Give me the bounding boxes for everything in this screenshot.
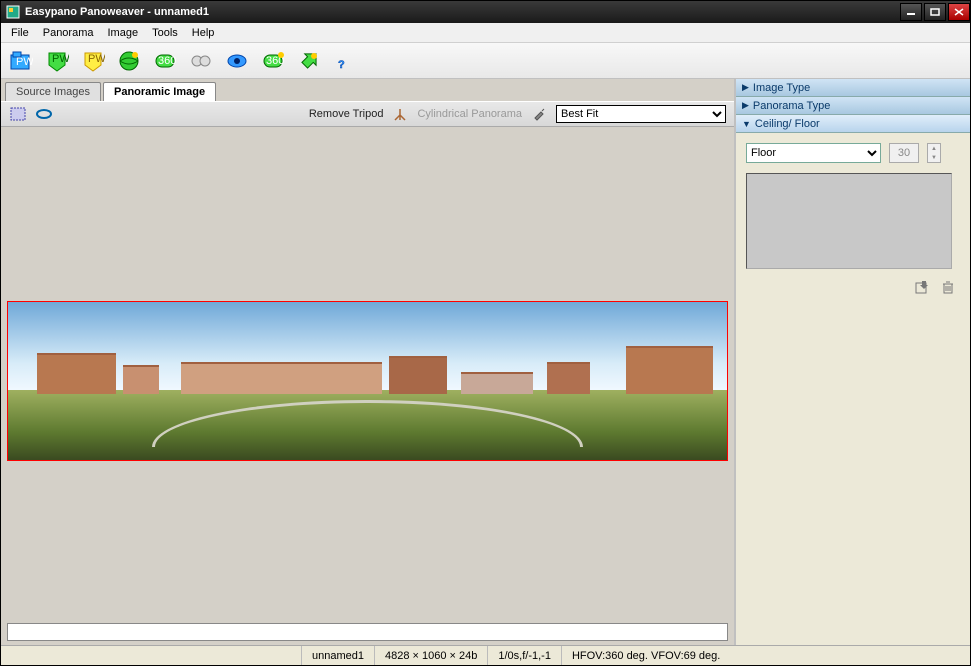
help-button[interactable]: ?: [331, 47, 359, 75]
stitch-button[interactable]: [115, 47, 143, 75]
open-button[interactable]: PW: [7, 47, 35, 75]
status-exif: 1/0s,f/-1,-1: [487, 646, 561, 665]
floor-select[interactable]: Floor: [746, 143, 881, 163]
close-button[interactable]: [948, 3, 970, 21]
ceiling-floor-preview: [746, 173, 952, 269]
settings-icon[interactable]: [530, 105, 548, 123]
main-split: Source Images Panoramic Image Remove Tri…: [1, 79, 970, 645]
link-button[interactable]: [187, 47, 215, 75]
cylindrical-panorama-label: Cylindrical Panorama: [417, 108, 522, 120]
status-bar: unnamed1 4828 × 1060 × 24b 1/0s,f/-1,-1 …: [1, 645, 970, 665]
ceiling-floor-body: Floor ▲▼: [736, 133, 970, 305]
menu-bar: File Panorama Image Tools Help: [1, 23, 970, 43]
menu-file[interactable]: File: [5, 25, 35, 41]
panorama-preview[interactable]: [7, 301, 728, 461]
angle-spinner[interactable]: ▲▼: [927, 143, 941, 163]
menu-tools[interactable]: Tools: [146, 25, 184, 41]
status-fov: HFOV:360 deg. VFOV:69 deg.: [561, 646, 730, 665]
main-toolbar: PW PW PW 360 360 ?: [1, 43, 970, 79]
remove-tripod-icon[interactable]: [391, 105, 409, 123]
svg-text:360: 360: [158, 55, 176, 67]
window-title: Easypano Panoweaver - unnamed1: [25, 6, 898, 18]
preview-360-button[interactable]: 360: [151, 47, 179, 75]
tab-row: Source Images Panoramic Image: [1, 79, 734, 101]
accordion-panorama-type[interactable]: ▶Panorama Type: [736, 97, 970, 115]
tab-source-images[interactable]: Source Images: [5, 82, 101, 101]
svg-text:?: ?: [338, 59, 345, 71]
accordion-image-type[interactable]: ▶Image Type: [736, 79, 970, 97]
menu-panorama[interactable]: Panorama: [37, 25, 100, 41]
remove-tripod-label: Remove Tripod: [309, 108, 384, 120]
right-panel: ▶Image Type ▶Panorama Type ▼Ceiling/ Flo…: [736, 79, 970, 645]
panoramic-sub-toolbar: Remove Tripod Cylindrical Panorama Best …: [1, 101, 734, 127]
title-bar: Easypano Panoweaver - unnamed1: [1, 1, 970, 23]
minimize-button[interactable]: [900, 3, 922, 21]
export-button[interactable]: [295, 47, 323, 75]
status-spacer: [1, 646, 301, 665]
accordion-ceiling-floor[interactable]: ▼Ceiling/ Floor: [736, 115, 970, 133]
svg-text:PW: PW: [52, 53, 69, 65]
status-dimensions: 4828 × 1060 × 24b: [374, 646, 487, 665]
canvas-scrollbar[interactable]: [7, 623, 728, 641]
save-yellow-button[interactable]: PW: [79, 47, 107, 75]
canvas-area[interactable]: [1, 127, 734, 645]
left-panel: Source Images Panoramic Image Remove Tri…: [1, 79, 736, 645]
maximize-button[interactable]: [924, 3, 946, 21]
spinner-down-icon[interactable]: ▼: [928, 153, 940, 162]
app-icon: [5, 4, 21, 20]
svg-text:PW: PW: [16, 56, 33, 68]
delete-icon[interactable]: [940, 279, 956, 295]
spherical-button[interactable]: 360: [259, 47, 287, 75]
spinner-up-icon[interactable]: ▲: [928, 144, 940, 153]
import-image-icon[interactable]: [914, 279, 930, 295]
status-filename: unnamed1: [301, 646, 374, 665]
tab-panoramic-image[interactable]: Panoramic Image: [103, 82, 216, 101]
zoom-fit-select[interactable]: Best Fit: [556, 105, 726, 123]
menu-help[interactable]: Help: [186, 25, 221, 41]
svg-text:PW: PW: [88, 53, 105, 65]
view-button[interactable]: [223, 47, 251, 75]
menu-image[interactable]: Image: [102, 25, 145, 41]
marquee-tool-icon[interactable]: [9, 105, 27, 123]
save-green-button[interactable]: PW: [43, 47, 71, 75]
angle-input[interactable]: [889, 143, 919, 163]
ellipse-tool-icon[interactable]: [35, 105, 53, 123]
